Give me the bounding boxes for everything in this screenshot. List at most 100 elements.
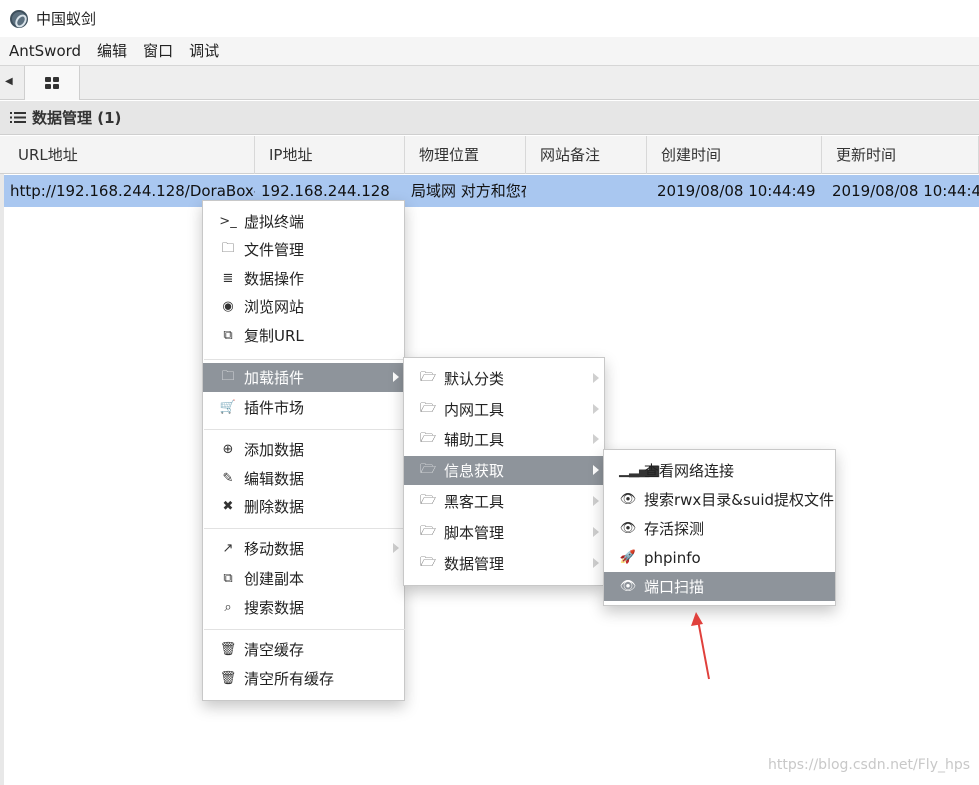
trash-icon: 🗑 [219, 671, 237, 686]
menu-debug[interactable]: 调试 [181, 37, 227, 65]
folder-open-icon: 🗁 [419, 369, 437, 385]
terminal-icon: >_ [219, 214, 237, 229]
column-ip[interactable]: IP地址 [255, 136, 405, 174]
submenu-item-auxiliary[interactable]: 🗁 辅助工具 [404, 425, 604, 454]
column-created[interactable]: 创建时间 [647, 136, 822, 174]
left-edge [0, 136, 4, 785]
panel-title: 数据管理 (1) [32, 109, 122, 127]
trash-outline-icon: 🗑 [219, 642, 237, 657]
menu-item-file-manager[interactable]: 🗀 文件管理 [203, 235, 404, 264]
copy-icon: ⧉ [223, 571, 233, 586]
submenu-item-phpinfo[interactable]: 🚀 phpinfo [604, 543, 835, 572]
plus-circle-icon: ⊕ [222, 442, 234, 457]
submenu-item-scripts[interactable]: 🗁 脚本管理 [404, 518, 604, 547]
submenu-item-hacker-tools[interactable]: 🗁 黑客工具 [404, 487, 604, 516]
watermark: https://blog.csdn.net/Fly_hps [768, 757, 971, 773]
folder-open-icon: 🗁 [419, 523, 437, 539]
chevron-right-icon [593, 434, 599, 444]
chevron-right-icon [393, 543, 399, 553]
menu-separator [204, 429, 405, 430]
tab-strip: ◀ [0, 65, 979, 100]
panel-header: 数据管理 (1) [0, 101, 979, 135]
share-icon: ↗ [222, 541, 234, 556]
copy-icon: ⧉ [223, 328, 233, 343]
submenu-item-info-gathering[interactable]: 🗁 信息获取 [404, 456, 604, 485]
info-submenu: ▁▂▄▆ 查看网络连接 👁 搜索rwx目录&suid提权文件 👁 存活探测 🚀 phpi… [603, 449, 836, 606]
chrome-icon: ◉ [222, 299, 234, 314]
menu-item-copy-url[interactable]: ⧉ 复制URL [203, 321, 404, 350]
submenu-item-network-connections[interactable]: ▁▂▄▆ 查看网络连接 [604, 456, 835, 485]
chevron-right-icon [593, 527, 599, 537]
menu-antsword[interactable]: AntSword [0, 37, 89, 65]
menu-item-move-data[interactable]: ↗ 移动数据 [203, 534, 404, 563]
menu-separator [204, 528, 405, 529]
menu-item-plugin-market[interactable]: 🛒 插件市场 [203, 393, 404, 422]
menu-item-edit-data[interactable]: ✎ 编辑数据 [203, 464, 404, 493]
context-menu: >_ 虚拟终端 🗀 文件管理 ≣ 数据操作 ◉ 浏览网站 ⧉ 复制URL 🗀 加载插件 🛒 插… [202, 200, 405, 701]
submenu-item-search-rwx-suid[interactable]: 👁 搜索rwx目录&suid提权文件 [604, 485, 835, 514]
eye-icon: 👁 [619, 579, 637, 594]
menu-item-search-data[interactable]: ⌕ 搜索数据 [203, 593, 404, 622]
menu-window[interactable]: 窗口 [135, 37, 181, 65]
annotation-arrow-icon [691, 612, 710, 680]
submenu-item-port-scan[interactable]: 👁 端口扫描 [604, 572, 835, 601]
column-url[interactable]: URL地址 [4, 136, 255, 174]
folder-icon: 🗀 [221, 368, 235, 384]
submenu-item-data-management[interactable]: 🗁 数据管理 [404, 549, 604, 578]
list-icon [10, 112, 26, 123]
menu-item-terminal[interactable]: >_ 虚拟终端 [203, 207, 404, 236]
column-location[interactable]: 物理位置 [405, 136, 526, 174]
chevron-right-icon [593, 465, 599, 475]
chevron-right-icon [593, 496, 599, 506]
chevron-right-icon [593, 373, 599, 383]
menu-item-clear-cache[interactable]: 🗑 清空缓存 [203, 635, 404, 664]
menu-separator [204, 629, 405, 630]
cell-note [526, 175, 647, 207]
eye-icon: 👁 [619, 521, 637, 536]
antsword-logo-icon [10, 9, 28, 28]
submenu-item-alive-detection[interactable]: 👁 存活探测 [604, 514, 835, 543]
chevron-right-icon [593, 404, 599, 414]
table-row[interactable]: http://192.168.244.128/DoraBox-master/ 1… [4, 175, 979, 207]
cell-location: 局域网 对方和您在同一内部网 [411, 182, 526, 200]
chevron-right-icon [593, 558, 599, 568]
search-icon: ⌕ [224, 600, 232, 615]
table-header: URL地址 IP地址 物理位置 网站备注 创建时间 更新时间 [0, 136, 979, 174]
folder-icon: 🗀 [221, 240, 235, 256]
window-title: 中国蚁剑 [36, 10, 97, 28]
eye-icon: 👁 [619, 492, 637, 507]
chevron-right-icon [393, 372, 399, 382]
menu-edit[interactable]: 编辑 [89, 37, 135, 65]
menu-item-add-data[interactable]: ⊕ 添加数据 [203, 435, 404, 464]
cart-icon: 🛒 [219, 400, 237, 415]
menu-separator [204, 359, 405, 360]
grid-icon [45, 77, 59, 89]
menu-item-load-plugin[interactable]: 🗀 加载插件 [203, 363, 404, 392]
tab-scroll-left-icon[interactable]: ◀ [5, 76, 17, 90]
folder-open-icon: 🗁 [419, 492, 437, 508]
close-icon: ✖ [222, 499, 234, 514]
menu-item-delete-data[interactable]: ✖ 删除数据 [203, 492, 404, 521]
menu-item-database[interactable]: ≣ 数据操作 [203, 264, 404, 293]
folder-open-icon: 🗁 [419, 461, 437, 477]
folder-open-icon: 🗁 [419, 430, 437, 446]
folder-open-icon: 🗁 [419, 400, 437, 416]
cell-created: 2019/08/08 10:44:49 [657, 182, 816, 200]
column-updated[interactable]: 更新时间 [822, 136, 979, 174]
rocket-icon: 🚀 [619, 550, 637, 565]
column-note[interactable]: 网站备注 [526, 136, 647, 174]
submenu-item-intranet[interactable]: 🗁 内网工具 [404, 395, 604, 424]
menu-bar: AntSword 编辑 窗口 调试 [0, 37, 979, 65]
database-icon: ≣ [222, 271, 234, 286]
signal-icon: ▁▂▄▆ [619, 463, 659, 478]
menu-item-duplicate[interactable]: ⧉ 创建副本 [203, 564, 404, 593]
submenu-item-default[interactable]: 🗁 默认分类 [404, 364, 604, 393]
cell-updated: 2019/08/08 10:44:49 [832, 182, 979, 200]
folder-open-icon: 🗁 [419, 554, 437, 570]
edit-icon: ✎ [222, 471, 234, 486]
plugin-submenu: 🗁 默认分类 🗁 内网工具 🗁 辅助工具 🗁 信息获取 🗁 黑客工具 🗁 脚本管理 🗁 数据管… [403, 357, 605, 586]
tab-home[interactable] [24, 66, 80, 100]
menu-item-clear-all-cache[interactable]: 🗑 清空所有缓存 [203, 664, 404, 693]
title-bar: 中国蚁剑 [0, 0, 979, 37]
menu-item-browse-site[interactable]: ◉ 浏览网站 [203, 292, 404, 321]
